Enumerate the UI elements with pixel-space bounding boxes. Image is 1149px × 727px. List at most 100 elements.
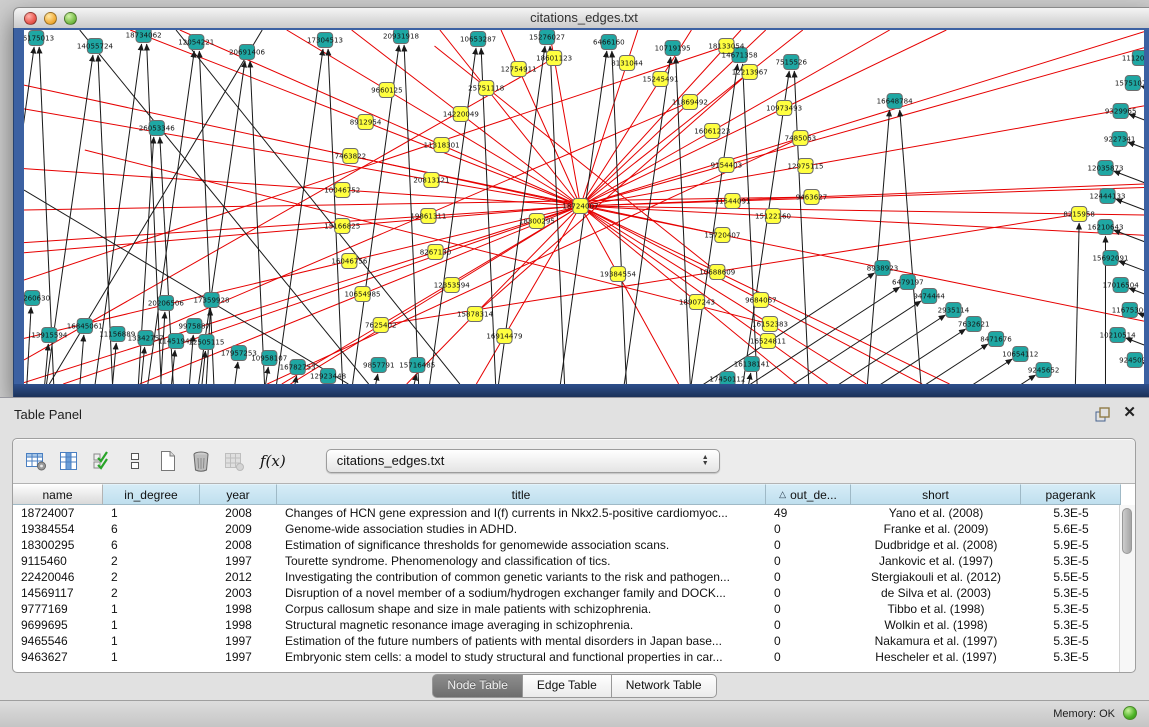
column-header-title[interactable]: title [277,484,766,505]
cell-year: 1997 [200,553,277,569]
table-row[interactable]: 1938455462009Genome-wide association stu… [13,521,1120,537]
table-row[interactable]: 946554611997Estimation of the future num… [13,633,1120,649]
cell-short: Nakamura et al. (1997) [851,633,1021,649]
column-header-short[interactable]: short [851,484,1021,505]
new-table-icon[interactable] [155,448,181,474]
table-panel: Table Panel ✕ [0,397,1149,727]
svg-text:10688609: 10688609 [699,268,735,277]
table-row[interactable]: 1830029562008Estimation of significance … [13,537,1120,553]
cell-short: de Silva et al. (2003) [851,585,1021,601]
cell-short: Yano et al. (2008) [851,505,1021,521]
cell-title: Structural magnetic resonance image aver… [277,617,766,633]
cell-year: 2008 [200,505,277,521]
svg-text:19861311: 19861311 [410,212,446,221]
network-frame-bottom [14,384,1149,397]
scrollbar-thumb[interactable] [1122,508,1132,554]
cell-title: Tourette syndrome. Phenomenology and cla… [277,553,766,569]
svg-text:20931918: 20931918 [383,32,419,41]
delete-table-icon[interactable] [188,448,214,474]
cell-year: 2003 [200,585,277,601]
cell-out_degree: 49 [766,505,851,521]
memory-indicator[interactable] [1123,706,1137,720]
svg-text:17450112: 17450112 [709,375,745,384]
svg-text:12923448: 12923448 [310,372,346,381]
cell-in_degree: 1 [103,601,200,617]
vertical-scrollbar[interactable] [1119,505,1135,672]
cell-in_degree: 6 [103,521,200,537]
cell-pagerank: 5.9E-5 [1021,537,1120,553]
cell-short: Franke et al. (2009) [851,521,1021,537]
cell-name: 19384554 [13,521,103,537]
column-header-pagerank[interactable]: pagerank [1021,484,1121,505]
tab-edge-table[interactable]: Edge Table [523,674,612,698]
select-all-rows-icon[interactable] [89,448,115,474]
table-row[interactable]: 911546021997Tourette syndrome. Phenomeno… [13,553,1120,569]
cell-out_degree: 0 [766,633,851,649]
show-column-icon[interactable] [56,448,82,474]
cell-out_degree: 0 [766,585,851,601]
delete-column-icon[interactable] [221,448,247,474]
svg-text:9684067: 9684067 [745,296,777,305]
citation-network-graph: 1617501314055724187340621205422120691406… [24,30,1144,384]
table-row[interactable]: 2242004622012Investigating the contribut… [13,569,1120,585]
cell-in_degree: 1 [103,617,200,633]
column-header-name[interactable]: name [13,484,103,505]
column-header-in_degree[interactable]: in_degree [103,484,200,505]
cell-out_degree: 0 [766,521,851,537]
network-canvas[interactable]: 1617501314055724187340621205422120691406… [24,30,1144,384]
cell-name: 18300295 [13,537,103,553]
svg-text:9227341: 9227341 [1104,135,1136,144]
svg-text:16152383: 16152383 [752,320,788,329]
cell-title: Investigating the contribution of common… [277,569,766,585]
svg-text:9463627: 9463627 [796,193,828,202]
svg-text:8267130: 8267130 [420,248,452,257]
svg-text:10958107: 10958107 [251,354,287,363]
svg-text:15878314: 15878314 [457,310,494,319]
table-selector-dropdown[interactable]: citations_edges.txt ▲▼ [326,449,720,473]
svg-text:6479197: 6479197 [892,278,924,287]
svg-text:10654985: 10654985 [345,290,381,299]
column-header-year[interactable]: year [200,484,277,505]
svg-text:11318301: 11318301 [424,141,460,150]
cell-out_degree: 0 [766,569,851,585]
svg-text:15716485: 15716485 [399,361,435,370]
svg-text:16914479: 16914479 [486,332,522,341]
cell-short: Dudbridge et al. (2008) [851,537,1021,553]
cell-title: Estimation of the future numbers of pati… [277,633,766,649]
table-body: 1872400712008Changes of HCN gene express… [13,505,1120,672]
svg-text:8912954: 8912954 [350,118,382,127]
tab-network-table[interactable]: Network Table [612,674,717,698]
svg-text:15122160: 15122160 [755,212,791,221]
svg-text:18907243: 18907243 [679,298,715,307]
svg-text:9154403: 9154403 [711,161,743,170]
close-panel-icon[interactable]: ✕ [1123,405,1136,421]
float-panel-icon[interactable] [1095,407,1111,423]
svg-text:25751118: 25751118 [468,84,504,93]
table-panel-titlebar: Table Panel ✕ [0,398,1149,436]
cell-pagerank: 5.3E-5 [1021,617,1120,633]
table-row[interactable]: 1872400712008Changes of HCN gene express… [13,505,1120,521]
cell-year: 1997 [200,649,277,665]
cell-name: 22420046 [13,569,103,585]
cell-short: Jankovic et al. (1997) [851,553,1021,569]
svg-text:16524811: 16524811 [750,337,786,346]
tab-node-table[interactable]: Node Table [432,674,523,698]
column-header-out_degree[interactable]: △out_de... [766,484,851,505]
function-builder-icon[interactable]: f(x) [260,452,286,470]
table-row[interactable]: 969969511998Structural magnetic resonanc… [13,617,1120,633]
table-row[interactable]: 1456911722003Disruption of a novel membe… [13,585,1120,601]
svg-text:16046756: 16046756 [331,257,368,266]
cell-name: 9465546 [13,633,103,649]
window-titlebar[interactable]: citations_edges.txt [13,7,1149,30]
table-options-icon[interactable] [23,448,49,474]
svg-text:14220049: 14220049 [443,110,479,119]
row-height-icon[interactable] [122,448,148,474]
table-row[interactable]: 946362711997Embryonic stem cells: a mode… [13,649,1120,665]
network-window: citations_edges.txt 16175013140557241873… [13,7,1149,397]
svg-text:9474444: 9474444 [913,292,945,301]
table-row[interactable]: 977716911998Corpus callosum shape and si… [13,601,1120,617]
svg-text:11544091: 11544091 [714,197,750,206]
svg-text:12213967: 12213967 [732,68,768,77]
svg-text:12444133: 12444133 [1089,192,1125,201]
cell-pagerank: 5.3E-5 [1021,601,1120,617]
